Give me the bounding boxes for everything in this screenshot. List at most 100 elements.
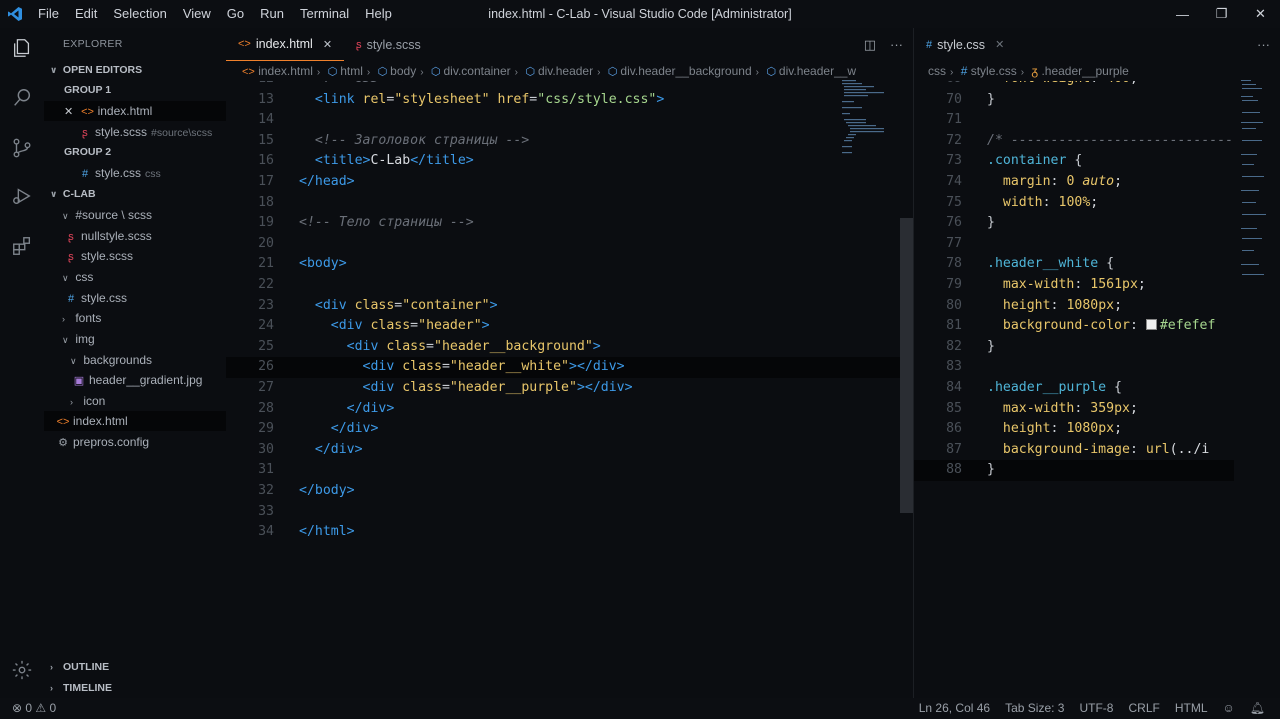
code-line[interactable]: 87 background-image: url(../i: [914, 440, 1234, 461]
split-editor-icon[interactable]: ◫: [864, 37, 876, 53]
breadcrumb-item[interactable]: div.header__w: [779, 64, 856, 78]
menu-go[interactable]: Go: [219, 0, 252, 28]
open-editor-style-scss[interactable]: ʂ style.scss #source\scss: [44, 122, 226, 142]
code-line[interactable]: 30 </div>: [226, 440, 913, 461]
settings-gear-icon[interactable]: [8, 656, 36, 684]
code-line[interactable]: 16 <title>C-Lab</title>: [226, 151, 913, 172]
code-line[interactable]: 24 <div class="header">: [226, 316, 913, 337]
language-mode[interactable]: HTML: [1175, 698, 1208, 719]
breadcrumb-item[interactable]: style.css: [971, 64, 1017, 78]
folder-icon[interactable]: › icon: [44, 391, 226, 411]
code-line[interactable]: 78 .header__white {: [914, 254, 1234, 275]
breadcrumb-item[interactable]: body: [390, 64, 416, 78]
menu-selection[interactable]: Selection: [105, 0, 174, 28]
file-style-scss[interactable]: ʂ style.scss: [44, 246, 226, 266]
breadcrumb-item[interactable]: html: [340, 64, 363, 78]
code-line[interactable]: 70}: [914, 90, 1234, 111]
close-window-button[interactable]: ✕: [1241, 0, 1280, 28]
code-line[interactable]: 34 </html>: [226, 522, 913, 543]
code-line[interactable]: 33: [226, 502, 913, 523]
code-line[interactable]: 72 /* ----------------------------: [914, 131, 1234, 152]
code-line[interactable]: 23 <div class="container">: [226, 296, 913, 317]
folder-backgrounds[interactable]: ∨ backgrounds: [44, 350, 226, 370]
file-index-html[interactable]: <> index.html: [44, 411, 226, 431]
breadcrumb-item[interactable]: div.header__background: [620, 64, 751, 78]
code-line[interactable]: 18: [226, 193, 913, 214]
search-icon[interactable]: [8, 84, 36, 112]
more-actions-icon[interactable]: ···: [1257, 37, 1270, 52]
project-header[interactable]: ∨ C-LAB: [44, 184, 226, 204]
code-line[interactable]: 27 <div class="header__purple"></div>: [226, 378, 913, 399]
open-editors-header[interactable]: ∨ OPEN EDITORS: [44, 60, 226, 80]
explorer-icon[interactable]: [8, 34, 36, 62]
tab-style-scss[interactable]: ʂ style.scss: [344, 28, 433, 61]
open-editor-index-html[interactable]: ✕ <> index.html: [44, 101, 226, 121]
folder-fonts[interactable]: › fonts: [44, 308, 226, 328]
code-line[interactable]: 75 width: 100%;: [914, 193, 1234, 214]
code-line[interactable]: 84 .header__purple {: [914, 378, 1234, 399]
menu-help[interactable]: Help: [357, 0, 400, 28]
code-editor-html[interactable]: 12 <!-- CSS -->13 <link rel="stylesheet"…: [226, 81, 913, 698]
file-style-css[interactable]: # style.css: [44, 288, 226, 308]
code-editor-css[interactable]: 69 font-weight: 400;70}7172/* ----------…: [914, 81, 1234, 698]
minimap[interactable]: [1240, 78, 1270, 278]
tab-size[interactable]: Tab Size: 3: [1005, 698, 1064, 719]
source-control-icon[interactable]: [8, 134, 36, 162]
breadcrumb-item[interactable]: index.html: [258, 64, 313, 78]
code-line[interactable]: 77: [914, 234, 1234, 255]
code-line[interactable]: 15 <!-- Заголовок страницы -->: [226, 131, 913, 152]
code-line[interactable]: 19 <!-- Тело страницы -->: [226, 213, 913, 234]
code-line[interactable]: 31: [226, 460, 913, 481]
code-line[interactable]: 79 max-width: 1561px;: [914, 275, 1234, 296]
code-line[interactable]: 25 <div class="header__background">: [226, 337, 913, 358]
tab-index-html[interactable]: <> index.html ✕: [226, 28, 345, 61]
folder-img[interactable]: ∨ img: [44, 329, 226, 349]
menu-view[interactable]: View: [175, 0, 219, 28]
code-line[interactable]: 73 .container {: [914, 151, 1234, 172]
code-line[interactable]: 69 font-weight: 400;: [914, 81, 1234, 90]
code-line[interactable]: 29 </div>: [226, 419, 913, 440]
cursor-position[interactable]: Ln 26, Col 46: [919, 698, 990, 719]
minimize-button[interactable]: —: [1163, 0, 1202, 28]
code-line[interactable]: 12 <!-- CSS -->: [226, 81, 913, 90]
menu-run[interactable]: Run: [252, 0, 292, 28]
file-prepros-config[interactable]: ⚙ prepros.config: [44, 432, 226, 452]
feedback-icon[interactable]: ☺: [1223, 698, 1235, 719]
breadcrumb-item[interactable]: css: [928, 64, 946, 78]
group2-header[interactable]: GROUP 2: [44, 142, 226, 162]
breadcrumb-item[interactable]: div.header: [538, 64, 593, 78]
code-line[interactable]: 76}: [914, 213, 1234, 234]
code-line[interactable]: 88}: [914, 460, 1234, 481]
group1-header[interactable]: GROUP 1: [44, 80, 226, 100]
code-line[interactable]: 82}: [914, 337, 1234, 358]
code-line[interactable]: 21 <body>: [226, 254, 913, 275]
code-line[interactable]: 71: [914, 110, 1234, 131]
code-line[interactable]: 20: [226, 234, 913, 255]
notifications-bell-icon[interactable]: 🔔︎: [1250, 698, 1265, 719]
menu-edit[interactable]: Edit: [67, 0, 105, 28]
code-line[interactable]: 17 </head>: [226, 172, 913, 193]
extensions-icon[interactable]: [8, 232, 36, 260]
encoding[interactable]: UTF-8: [1079, 698, 1113, 719]
file-nullstyle-scss[interactable]: ʂ nullstyle.scss: [44, 226, 226, 246]
close-icon[interactable]: ✕: [64, 106, 73, 118]
code-line[interactable]: 74 margin: 0 auto;: [914, 172, 1234, 193]
code-line[interactable]: 85 max-width: 359px;: [914, 399, 1234, 420]
close-icon[interactable]: ✕: [323, 38, 332, 51]
code-line[interactable]: 14: [226, 110, 913, 131]
breadcrumb-item[interactable]: .header__purple: [1041, 64, 1128, 78]
breadcrumb-item[interactable]: div.container: [444, 64, 511, 78]
more-actions-icon[interactable]: ···: [890, 37, 903, 52]
close-icon[interactable]: ✕: [995, 38, 1004, 51]
code-line[interactable]: 28 </div>: [226, 399, 913, 420]
tab-style-css[interactable]: # style.css ✕: [914, 28, 1016, 61]
file-header-gradient-jpg[interactable]: ▣ header__gradient.jpg: [44, 370, 226, 390]
maximize-button[interactable]: ❐: [1202, 0, 1241, 28]
menu-terminal[interactable]: Terminal: [292, 0, 357, 28]
editor1-scrollbar[interactable]: [900, 218, 913, 513]
code-line[interactable]: 86 height: 1080px;: [914, 419, 1234, 440]
folder-css[interactable]: ∨ css: [44, 267, 226, 287]
open-editor-style-css[interactable]: # style.css css: [44, 163, 226, 183]
run-debug-icon[interactable]: [8, 182, 36, 210]
minimap[interactable]: [840, 78, 900, 178]
